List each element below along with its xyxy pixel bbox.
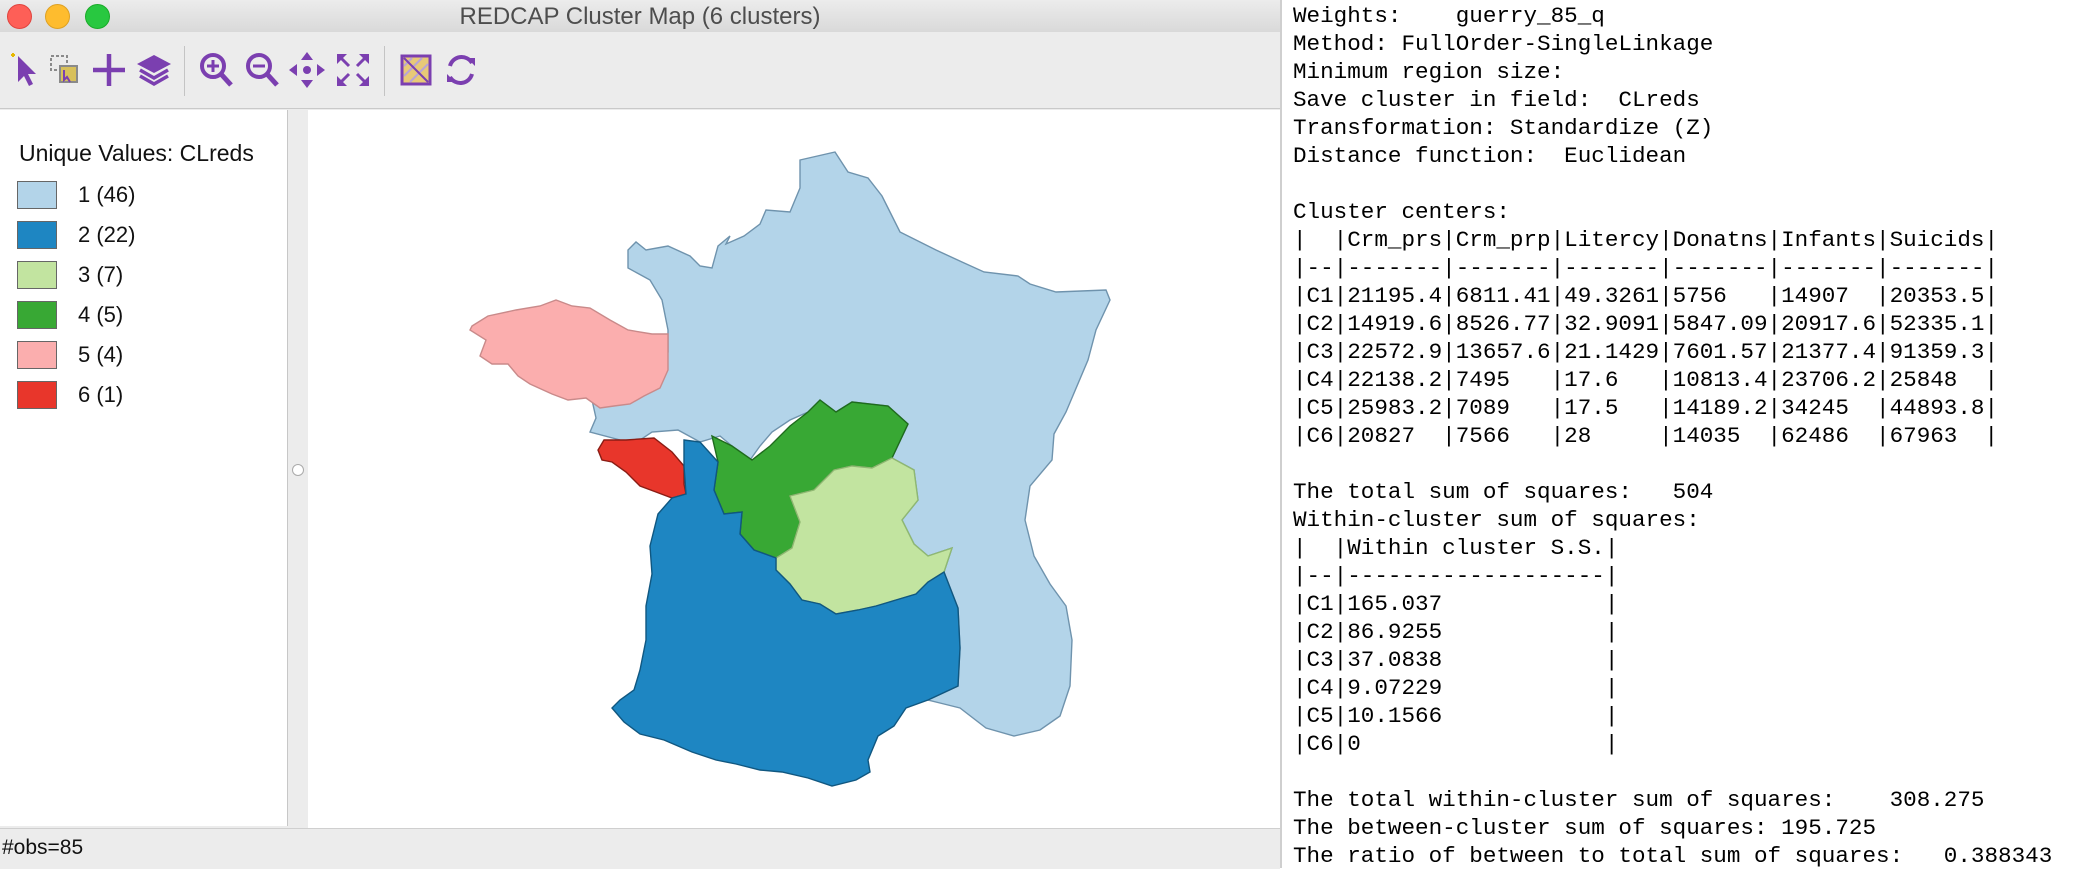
- legend-swatch: [17, 301, 57, 329]
- output-line: Within-cluster sum of squares:: [1293, 507, 1700, 533]
- legend-label: 3 (7): [78, 262, 124, 287]
- output-line: |C1|21195.4|6811.41|49.3261|5756 |14907 …: [1293, 283, 1999, 309]
- legend-label: 6 (1): [78, 382, 124, 407]
- zoom-out-icon[interactable]: [238, 46, 286, 94]
- toolbar: [0, 32, 1280, 109]
- legend-item-cluster-2[interactable]: 2 (22): [17, 221, 257, 251]
- layers-icon[interactable]: [130, 46, 178, 94]
- legend-item-cluster-4[interactable]: 4 (5): [17, 301, 257, 331]
- output-line: Weights: guerry_85_q: [1293, 3, 1605, 29]
- legend-item-cluster-6[interactable]: 6 (1): [17, 381, 257, 411]
- map-window: REDCAP Cluster Map (6 clusters) Unique V…: [0, 0, 1280, 869]
- legend-label: 1 (46): [78, 182, 136, 207]
- legend-swatch: [17, 261, 57, 289]
- cluster-5-region[interactable]: [469, 299, 669, 409]
- output-line: |--|-------------------|: [1293, 563, 1619, 589]
- legend-item-cluster-1[interactable]: 1 (46): [17, 181, 257, 211]
- legend-label: 5 (4): [78, 342, 124, 367]
- toolbar-separator: [184, 46, 185, 96]
- output-line: The ratio of between to total sum of squ…: [1293, 843, 2053, 869]
- output-line: |C4|9.07229 |: [1293, 675, 1619, 701]
- map-canvas[interactable]: [308, 110, 1280, 828]
- refresh-icon[interactable]: [437, 46, 485, 94]
- legend-swatch: [17, 341, 57, 369]
- output-line: |C5|25983.2|7089 |17.5 |14189.2|34245 |4…: [1293, 395, 1999, 421]
- panel-splitter[interactable]: [288, 110, 308, 826]
- output-line: Minimum region size:: [1293, 59, 1565, 85]
- cluster-map[interactable]: [308, 110, 1280, 828]
- add-icon[interactable]: [85, 46, 133, 94]
- legend-item-cluster-3[interactable]: 3 (7): [17, 261, 257, 291]
- output-line: Save cluster in field: CLreds: [1293, 87, 1700, 113]
- output-line: |C6|0 |: [1293, 731, 1619, 757]
- output-line: |C4|22138.2|7495 |17.6 |10813.4|23706.2|…: [1293, 367, 1999, 393]
- selection-mode-icon[interactable]: [40, 46, 88, 94]
- legend-title: Unique Values: CLreds: [19, 140, 254, 166]
- output-line: |--|-------|-------|-------|-------|----…: [1293, 255, 1999, 281]
- legend-label: 2 (22): [78, 222, 136, 247]
- legend-panel: Unique Values: CLreds 1 (46) 2 (22) 3 (7…: [0, 110, 288, 826]
- basemap-icon[interactable]: [392, 46, 440, 94]
- output-line: |C5|10.1566 |: [1293, 703, 1619, 729]
- legend-item-cluster-5[interactable]: 5 (4): [17, 341, 257, 371]
- output-line: Cluster centers:: [1293, 199, 1510, 225]
- legend-swatch: [17, 381, 57, 409]
- output-line: |C1|165.037 |: [1293, 591, 1619, 617]
- legend-swatch: [17, 221, 57, 249]
- output-line: Distance function: Euclidean: [1293, 143, 1687, 169]
- output-line: Method: FullOrder-SingleLinkage: [1293, 31, 1714, 57]
- cluster-summary-text[interactable]: Weights: guerry_85_q Method: FullOrder-Si…: [1293, 2, 2052, 870]
- output-pane: Weights: guerry_85_q Method: FullOrder-Si…: [1280, 0, 2089, 870]
- zoom-in-icon[interactable]: [192, 46, 240, 94]
- output-line: The total sum of squares: 504: [1293, 479, 1714, 505]
- legend-label: 4 (5): [78, 302, 124, 327]
- output-line: The between-cluster sum of squares: 195.…: [1293, 815, 1877, 841]
- output-line: |C3|37.0838 |: [1293, 647, 1619, 673]
- output-line: |C3|22572.9|13657.6|21.1429|7601.57|2137…: [1293, 339, 1999, 365]
- output-line: |C6|20827 |7566 |28 |14035 |62486 |67963…: [1293, 423, 1999, 449]
- status-bar: #obs=85: [0, 828, 1280, 869]
- splitter-handle[interactable]: [292, 464, 304, 476]
- pan-icon[interactable]: [283, 46, 331, 94]
- window-title: REDCAP Cluster Map (6 clusters): [459, 3, 821, 30]
- legend-swatch: [17, 181, 57, 209]
- title-bar: REDCAP Cluster Map (6 clusters): [0, 0, 1280, 32]
- output-line: |C2|14919.6|8526.77|32.9091|5847.09|2091…: [1293, 311, 1999, 337]
- output-line: Transformation: Standardize (Z): [1293, 115, 1714, 141]
- output-line: | |Within cluster S.S.|: [1293, 535, 1619, 561]
- output-line: |C2|86.9255 |: [1293, 619, 1619, 645]
- fit-extent-icon[interactable]: [329, 46, 377, 94]
- toolbar-separator: [384, 46, 385, 96]
- cluster-6-region[interactable]: [597, 437, 687, 499]
- output-line: | |Crm_prs|Crm_prp|Litercy|Donatns|Infan…: [1293, 227, 1999, 253]
- output-line: The total within-cluster sum of squares:…: [1293, 787, 1985, 813]
- observation-count: #obs=85: [2, 836, 84, 859]
